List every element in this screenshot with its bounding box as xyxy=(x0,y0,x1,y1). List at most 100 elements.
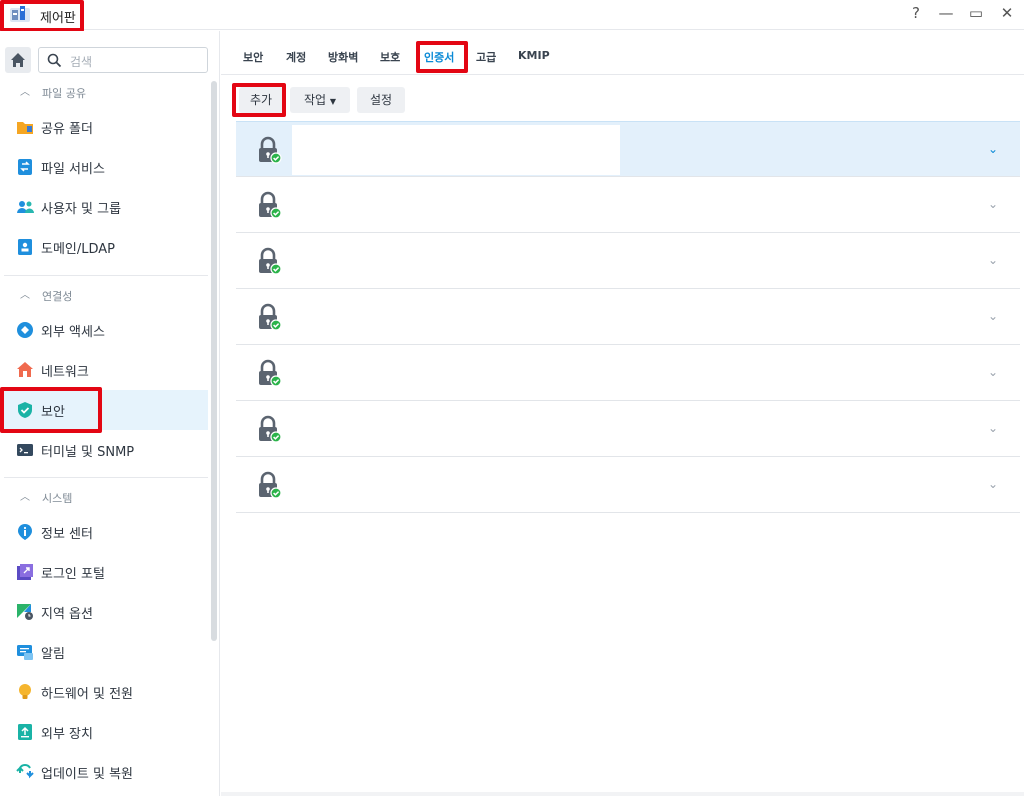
tab-protection[interactable]: 보호 xyxy=(380,49,400,65)
file-services-icon xyxy=(18,159,32,175)
certificate-details-redacted xyxy=(292,292,620,342)
certificate-details-redacted xyxy=(292,348,620,398)
search-input[interactable]: 검색 xyxy=(38,47,208,73)
shield-icon xyxy=(18,402,32,418)
sidebar-item-users-groups[interactable]: 사용자 및 그룹 xyxy=(4,187,208,227)
certificate-row[interactable]: ⌄ xyxy=(236,401,1020,457)
minimize-button[interactable]: — xyxy=(936,4,956,22)
control-panel-icon xyxy=(10,6,30,22)
sidebar-item-network[interactable]: 네트워크 xyxy=(4,350,208,390)
external-device-icon xyxy=(18,724,32,740)
sidebar-divider xyxy=(4,477,208,478)
section-label: 시스템 xyxy=(42,492,73,505)
lock-check-icon xyxy=(259,136,282,164)
certificate-row[interactable]: ⌄ xyxy=(236,177,1020,233)
home-button[interactable] xyxy=(5,47,31,73)
lock-check-icon xyxy=(259,247,282,275)
sidebar-item-regional-options[interactable]: 지역 옵션 xyxy=(4,592,208,632)
certificate-details-redacted xyxy=(292,236,620,286)
sidebar-item-hardware-power[interactable]: 하드웨어 및 전원 xyxy=(4,672,208,712)
sidebar-item-label: 도메인/LDAP xyxy=(41,242,116,257)
chevron-up-icon: ︿ xyxy=(20,492,30,503)
certificate-details-redacted xyxy=(292,180,620,230)
external-access-icon xyxy=(17,322,33,338)
sidebar-divider xyxy=(4,275,208,276)
tab-certificate[interactable]: 인증서 xyxy=(424,49,454,65)
tab-account[interactable]: 계정 xyxy=(286,49,306,65)
sidebar-item-terminal-snmp[interactable]: 터미널 및 SNMP xyxy=(4,430,208,470)
maximize-button[interactable]: ▭ xyxy=(966,4,986,22)
lock-check-icon xyxy=(259,415,282,443)
sidebar-item-domain-ldap[interactable]: 도메인/LDAP xyxy=(4,227,208,267)
lightbulb-icon xyxy=(19,684,31,699)
sidebar-item-label: 정보 센터 xyxy=(41,527,93,542)
lock-check-icon xyxy=(259,471,282,499)
section-file-sharing[interactable]: ︿ 파일 공유 xyxy=(0,80,208,106)
info-icon xyxy=(18,524,32,540)
chevron-down-icon[interactable]: ⌄ xyxy=(988,142,998,156)
tab-firewall[interactable]: 방화벽 xyxy=(328,49,358,65)
sidebar-item-update-restore[interactable]: 업데이트 및 복원 xyxy=(4,752,208,792)
sidebar-item-shared-folder[interactable]: 공유 폴더 xyxy=(4,107,208,147)
sidebar-item-login-portal[interactable]: 로그인 포털 xyxy=(4,552,208,592)
login-portal-icon xyxy=(17,564,33,580)
sidebar-item-security[interactable]: 보안 xyxy=(4,390,208,430)
certificate-row[interactable]: ⌄ xyxy=(236,345,1020,401)
certificate-row[interactable]: ⌄ xyxy=(236,121,1020,177)
chevron-down-icon[interactable]: ⌄ xyxy=(988,365,998,379)
notification-icon xyxy=(17,645,33,660)
lock-check-icon xyxy=(259,359,282,387)
sidebar-item-info-center[interactable]: 정보 센터 xyxy=(4,512,208,552)
sidebar-item-label: 하드웨어 및 전원 xyxy=(41,687,133,702)
close-button[interactable]: ✕ xyxy=(997,4,1017,22)
sidebar-item-label: 공유 폴더 xyxy=(41,122,93,137)
sidebar-scrollbar[interactable] xyxy=(211,81,217,641)
chevron-down-icon[interactable]: ⌄ xyxy=(988,253,998,267)
sidebar-item-file-services[interactable]: 파일 서비스 xyxy=(4,147,208,187)
sidebar-item-label: 파일 서비스 xyxy=(41,162,105,177)
section-label: 파일 공유 xyxy=(42,87,86,100)
certificate-details-redacted xyxy=(292,404,620,454)
certificate-row[interactable]: ⌄ xyxy=(236,233,1020,289)
help-button[interactable]: ? xyxy=(906,4,926,22)
chevron-down-icon[interactable]: ⌄ xyxy=(988,309,998,323)
certificate-details-redacted xyxy=(292,125,620,175)
certificate-row[interactable]: ⌄ xyxy=(236,457,1020,513)
terminal-icon xyxy=(17,444,33,456)
chevron-up-icon: ︿ xyxy=(20,87,30,98)
chevron-down-icon[interactable]: ⌄ xyxy=(988,421,998,435)
bottom-edge xyxy=(221,792,1024,796)
section-system[interactable]: ︿ 시스템 xyxy=(0,485,208,511)
sidebar-item-notifications[interactable]: 알림 xyxy=(4,632,208,672)
sidebar-item-external-access[interactable]: 외부 액세스 xyxy=(4,310,208,350)
lock-check-icon xyxy=(259,191,282,219)
window-title: 제어판 xyxy=(40,11,76,26)
sidebar-item-label: 지역 옵션 xyxy=(41,607,93,622)
sidebar-item-label: 외부 액세스 xyxy=(41,325,105,340)
network-icon xyxy=(17,362,33,377)
settings-button[interactable]: 설정 xyxy=(357,87,405,113)
sidebar-item-external-devices[interactable]: 외부 장치 xyxy=(4,712,208,752)
search-icon xyxy=(47,53,62,68)
tab-security[interactable]: 보안 xyxy=(243,49,263,65)
section-connectivity[interactable]: ︿ 연결성 xyxy=(0,283,208,309)
certificate-details-redacted xyxy=(292,460,620,510)
action-label: 작업 xyxy=(303,93,327,107)
add-button[interactable]: 추가 xyxy=(239,87,283,113)
tab-advanced[interactable]: 고급 xyxy=(476,49,496,65)
chevron-down-icon[interactable]: ⌄ xyxy=(988,477,998,491)
domain-icon xyxy=(18,239,32,255)
home-icon xyxy=(11,53,25,67)
tab-kmip[interactable]: KMIP xyxy=(518,49,550,62)
sidebar-item-label: 알림 xyxy=(41,647,65,662)
certificate-row[interactable]: ⌄ xyxy=(236,289,1020,345)
chevron-up-icon: ︿ xyxy=(20,290,30,301)
folder-icon xyxy=(17,122,33,134)
sidebar-item-label: 사용자 및 그룹 xyxy=(41,202,122,217)
regional-icon xyxy=(17,604,33,620)
tab-bar: 보안 계정 방화벽 보호 인증서 고급 KMIP xyxy=(221,31,1024,75)
action-dropdown[interactable]: 작업 ▼ xyxy=(290,87,350,113)
users-icon xyxy=(17,201,34,213)
update-icon xyxy=(16,764,34,779)
chevron-down-icon[interactable]: ⌄ xyxy=(988,197,998,211)
